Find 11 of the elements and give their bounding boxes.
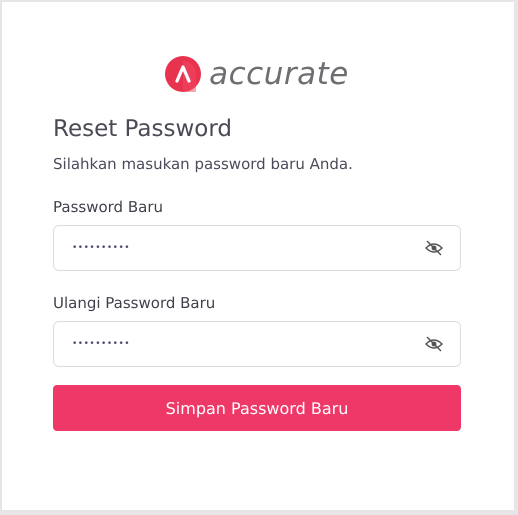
field-label: Password Baru — [53, 197, 164, 217]
eye-off-icon[interactable] — [424, 238, 444, 258]
page-title: Reset Password — [53, 115, 233, 144]
password-field[interactable]: •••••••••• — [53, 321, 461, 367]
logo-icon — [165, 56, 202, 92]
field-label: Ulangi Password Baru — [53, 293, 216, 313]
instruction-text: Silahkan masukan password baru Anda. — [53, 154, 354, 174]
save-password-button[interactable]: Simpan Password Baru — [53, 385, 461, 431]
eye-off-icon[interactable] — [424, 334, 444, 354]
password-field[interactable]: •••••••••• — [53, 225, 461, 271]
logo-wordmark: accurate — [209, 56, 349, 92]
